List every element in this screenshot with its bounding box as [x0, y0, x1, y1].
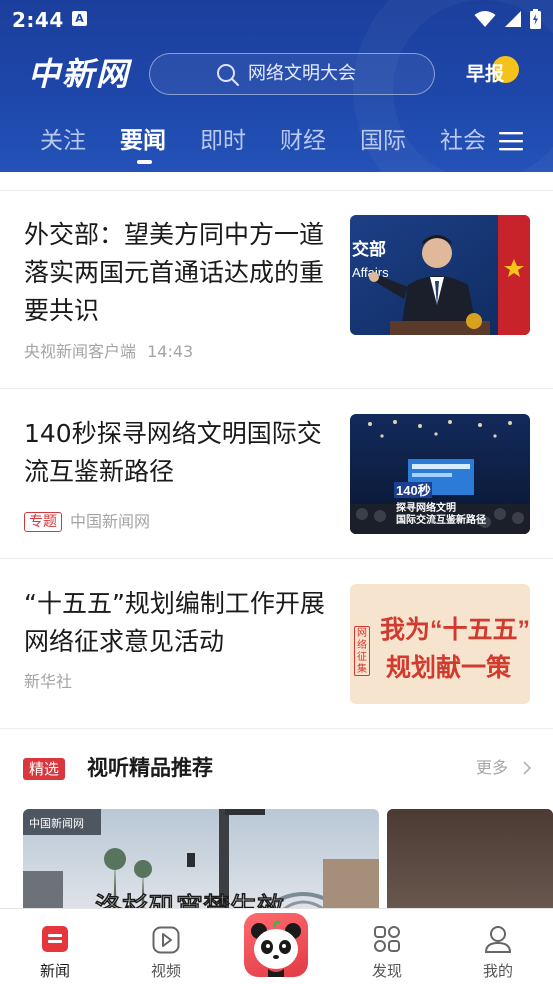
- featured-section-title: 视听精品推荐: [87, 756, 213, 780]
- battery-icon: [530, 9, 541, 29]
- app-header: 2:44 A 中新网 网络文明大会 早报 关注 要闻 即时 财经 国际 社会: [0, 0, 553, 172]
- article-title[interactable]: 140秒探寻网络文明国际交流互鉴新路径: [24, 415, 334, 491]
- zaobao-button[interactable]: 早报: [466, 61, 504, 87]
- video-play-icon: [152, 926, 180, 954]
- featured-badge: 精选: [23, 758, 65, 780]
- tab-yaowen[interactable]: 要闻: [120, 126, 166, 156]
- nav-discover-label: 发现: [371, 962, 402, 980]
- nav-video[interactable]: 视频: [126, 909, 206, 984]
- video-thumbnail-2: [387, 809, 553, 908]
- news-item-1[interactable]: 外交部：望美方同中方一道落实两国元首通话达成的重要共识 央视新闻客户端 14:4…: [0, 191, 553, 388]
- profile-icon: [484, 926, 512, 953]
- panda-mascot-button[interactable]: [244, 913, 308, 977]
- channel-menu-icon[interactable]: [499, 130, 523, 152]
- panda-mascot-icon: [251, 920, 301, 977]
- status-bar: 2:44 A: [0, 0, 553, 38]
- chevron-right-icon[interactable]: [522, 760, 532, 776]
- article-title[interactable]: “十五五”规划编制工作开展网络征求意见活动: [24, 585, 334, 661]
- video-thumbnail-curfew: 中国新闻网 洛杉矶宵禁生效: [23, 809, 379, 908]
- video-card-1[interactable]: 中国新闻网 洛杉矶宵禁生效: [23, 809, 379, 908]
- app-logo[interactable]: 中新网: [28, 52, 130, 96]
- discover-grid-icon: [374, 926, 400, 952]
- nav-discover[interactable]: 发现: [347, 909, 427, 984]
- article-meta: 专题 中国新闻网: [24, 511, 150, 533]
- seal-stamp: 网络征集: [354, 626, 370, 676]
- article-time: 14:43: [147, 342, 194, 361]
- more-link[interactable]: 更多: [476, 757, 508, 779]
- search-icon: [217, 64, 239, 86]
- thumb-text-140s: 140秒: [396, 483, 431, 498]
- tab-caijing[interactable]: 财经: [280, 126, 326, 156]
- tab-shehui[interactable]: 社会: [440, 126, 486, 156]
- thumb-text-line1: 探寻网络文明: [396, 501, 456, 514]
- article-meta: 新华社: [24, 671, 72, 693]
- news-feed: 外交部：望美方同中方一道落实两国元首通话达成的重要共识 央视新闻客户端 14:4…: [0, 172, 553, 908]
- tab-guoji[interactable]: 国际: [360, 126, 406, 156]
- wifi-icon: [474, 11, 496, 27]
- thumb-headline-1: 我为“十五五”: [380, 616, 530, 644]
- news-item-2[interactable]: 140秒探寻网络文明国际交流互鉴新路径 专题 中国新闻网 140秒 探寻网络文明…: [0, 389, 553, 558]
- thumb-headline-2: 规划献一策: [386, 654, 512, 682]
- nav-news[interactable]: 新闻: [15, 909, 95, 984]
- video-watermark: 中国新闻网: [29, 816, 84, 830]
- video-card-2[interactable]: [387, 809, 553, 908]
- thumb-text-line2: 国际交流互鉴新路径: [396, 513, 486, 526]
- article-thumbnail[interactable]: 网络征集 我为“十五五” 规划献一策: [350, 584, 530, 704]
- nav-video-label: 视频: [150, 962, 181, 980]
- video-overlay-text: 洛杉矶宵禁生效: [95, 892, 284, 908]
- search-placeholder: 网络文明大会: [248, 63, 356, 84]
- thumb-text-jiaobu: 交部: [352, 239, 386, 259]
- news-icon: [42, 926, 68, 952]
- article-source: 中国新闻网: [70, 512, 151, 531]
- thumbnail-spokesperson-image: 交部 Affairs: [350, 215, 530, 335]
- news-item-3[interactable]: “十五五”规划编制工作开展网络征求意见活动 新华社 网络征集 我为“十五五” 规…: [0, 559, 553, 728]
- article-source: 央视新闻客户端: [24, 342, 137, 361]
- thumbnail-conference-image: 140秒 探寻网络文明 国际交流互鉴新路径: [350, 414, 530, 534]
- nav-profile[interactable]: 我的: [458, 909, 538, 984]
- search-bar[interactable]: 网络文明大会: [149, 53, 435, 95]
- tab-guanzhu[interactable]: 关注: [40, 126, 86, 156]
- channel-tabs: 关注 要闻 即时 财经 国际 社会: [0, 122, 553, 162]
- signal-icon: [505, 11, 521, 27]
- article-thumbnail[interactable]: 140秒 探寻网络文明 国际交流互鉴新路径: [350, 414, 530, 534]
- nav-profile-label: 我的: [482, 962, 513, 980]
- tab-jishi[interactable]: 即时: [200, 126, 246, 156]
- status-time: 2:44: [12, 8, 64, 32]
- article-thumbnail[interactable]: 交部 Affairs: [350, 215, 530, 335]
- topic-tag: 专题: [24, 512, 62, 532]
- status-icons: [474, 9, 541, 29]
- notification-icon: A: [72, 11, 87, 26]
- featured-section-header: 精选 视听精品推荐 更多: [0, 748, 553, 788]
- article-meta: 央视新闻客户端 14:43: [24, 341, 193, 363]
- active-tab-indicator: [137, 160, 152, 164]
- article-source: 新华社: [24, 672, 73, 691]
- nav-news-label: 新闻: [39, 962, 70, 980]
- divider: [0, 728, 553, 729]
- article-title[interactable]: 外交部：望美方同中方一道落实两国元首通话达成的重要共识: [24, 216, 334, 330]
